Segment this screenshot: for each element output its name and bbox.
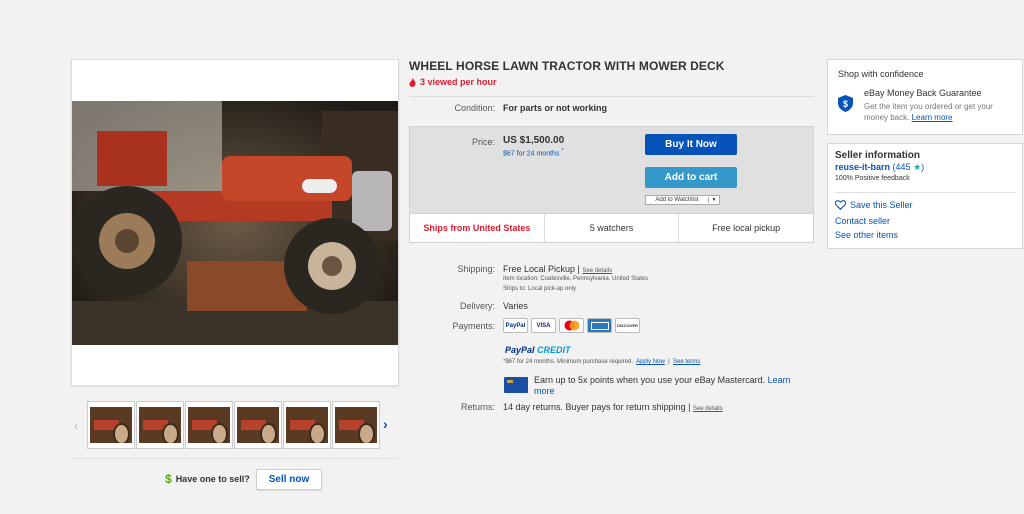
add-to-watchlist-button[interactable]: Add to Watchlist ▼: [645, 195, 720, 205]
ships-to: Ships to: Local pick-up only: [503, 286, 577, 292]
returns-text: 14 day returns. Buyer pays for return sh…: [503, 402, 686, 412]
shield-icon: $: [838, 95, 853, 112]
condition-value: For parts or not working: [503, 103, 608, 113]
dollar-icon: $: [165, 472, 172, 486]
divider: [835, 192, 1015, 193]
thumbnail-image: [90, 407, 132, 443]
thumbnail-image: [335, 407, 377, 443]
item-location: Item location: Coatesville, Pennsylvania…: [503, 276, 649, 282]
paypal-credit-logo: PayPal CREDIT: [505, 345, 571, 355]
payments-label: Payments:: [452, 321, 495, 331]
item-title: WHEEL HORSE LAWN TRACTOR WITH MOWER DECK: [409, 59, 725, 73]
info-strip: Ships from United States 5 watchers Free…: [410, 213, 813, 242]
monthly-price-text: $67 for 24 months: [503, 150, 560, 158]
buy-it-now-button[interactable]: Buy It Now: [645, 134, 737, 155]
payment-icons: PayPal VISA DISCOVER: [503, 318, 640, 333]
amex-icon: [587, 318, 612, 333]
shipping-see-details-link[interactable]: See details: [582, 268, 612, 274]
thumbnail-image: [188, 407, 230, 443]
price-label: Price:: [471, 137, 495, 147]
confidence-title: Shop with confidence: [838, 69, 924, 79]
see-other-items-link[interactable]: See other items: [835, 230, 898, 240]
thumb-next-icon[interactable]: ›: [383, 416, 388, 432]
local-pickup: Free local pickup: [678, 214, 813, 242]
main-image-frame[interactable]: [71, 59, 399, 386]
thumbnail[interactable]: [332, 401, 380, 449]
thumbnail-image: [286, 407, 328, 443]
shipping-label: Shipping:: [457, 264, 495, 274]
monthly-price-link[interactable]: $67 for 24 months *: [503, 148, 564, 157]
shipping-value: Free Local Pickup | See details: [503, 264, 613, 274]
mastercard-promo: Earn up to 5x points when you use your e…: [534, 375, 794, 397]
credit-note-row: *$67 for 24 months. Minimum purchase req…: [503, 359, 701, 365]
returns-label: Returns:: [460, 402, 495, 412]
contact-seller-link[interactable]: Contact seller: [835, 216, 890, 226]
divider: [409, 96, 814, 97]
price-value: US $1,500.00: [503, 135, 565, 146]
watchlist-label: Add to Watchlist: [646, 197, 709, 203]
seller-info-title: Seller information: [835, 150, 921, 161]
apply-now-link[interactable]: Apply Now: [636, 359, 665, 365]
returns-value: 14 day returns. Buyer pays for return sh…: [503, 402, 723, 412]
delivery-label: Delivery:: [459, 301, 495, 311]
thumbnail-image: [237, 407, 279, 443]
positive-feedback: 100% Positive feedback: [835, 175, 910, 182]
visa-icon: VISA: [531, 318, 556, 333]
returns-see-details-link[interactable]: See details: [693, 406, 723, 412]
flame-icon: [409, 77, 416, 87]
thumbnail[interactable]: [283, 401, 331, 449]
save-seller-link[interactable]: Save this Seller: [835, 200, 913, 210]
thumb-prev-icon[interactable]: ‹: [74, 417, 79, 433]
guarantee-title: eBay Money Back Guarantee: [864, 88, 982, 98]
viewed-text: 3 viewed per hour: [420, 77, 497, 87]
add-to-cart-button[interactable]: Add to cart: [645, 167, 737, 188]
main-photo[interactable]: [72, 101, 398, 345]
guarantee-learn-more-link[interactable]: Learn more: [912, 113, 953, 122]
svg-text:$: $: [843, 99, 848, 109]
thumbnail[interactable]: [185, 401, 233, 449]
divider: [71, 458, 399, 459]
seller-score[interactable]: (445: [893, 162, 911, 172]
sell-now-button[interactable]: Sell now: [255, 468, 323, 490]
heart-icon: [835, 200, 846, 210]
condition-label: Condition:: [454, 103, 495, 113]
thumbnail-image: [139, 407, 181, 443]
mastercard-icon: [559, 318, 584, 333]
guarantee-desc-row: Get the item you ordered or get your mon…: [864, 101, 1014, 123]
thumbnail[interactable]: [136, 401, 184, 449]
thumbnail[interactable]: [234, 401, 282, 449]
watchers-count: 5 watchers: [543, 214, 679, 242]
ebay-mastercard-icon: [504, 377, 528, 393]
delivery-value: Varies: [503, 301, 528, 311]
seller-name-link[interactable]: reuse-it-barn: [835, 162, 890, 172]
paypal-credit-b: CREDIT: [537, 345, 571, 355]
chevron-down-icon[interactable]: ▼: [709, 197, 719, 203]
sell-question: Have one to sell?: [175, 474, 250, 484]
star-icon: ★: [913, 162, 922, 172]
ships-from: Ships from United States: [423, 223, 531, 233]
mastercard-text: Earn up to 5x points when you use your e…: [534, 375, 766, 385]
paypal-icon: PayPal: [503, 318, 528, 333]
viewed-badge: 3 viewed per hour: [409, 77, 497, 87]
save-seller-text: Save this Seller: [850, 200, 913, 210]
shipping-text: Free Local Pickup: [503, 264, 576, 274]
paypal-credit-a: PayPal: [505, 345, 535, 355]
credit-note: *$67 for 24 months. Minimum purchase req…: [503, 359, 634, 365]
sell-row: $ Have one to sell? Sell now: [165, 468, 323, 490]
thumbnail[interactable]: [87, 401, 135, 449]
see-terms-link[interactable]: See terms: [673, 359, 700, 365]
discover-icon: DISCOVER: [615, 318, 640, 333]
seller-name-row: reuse-it-barn (445 ★): [835, 162, 925, 172]
